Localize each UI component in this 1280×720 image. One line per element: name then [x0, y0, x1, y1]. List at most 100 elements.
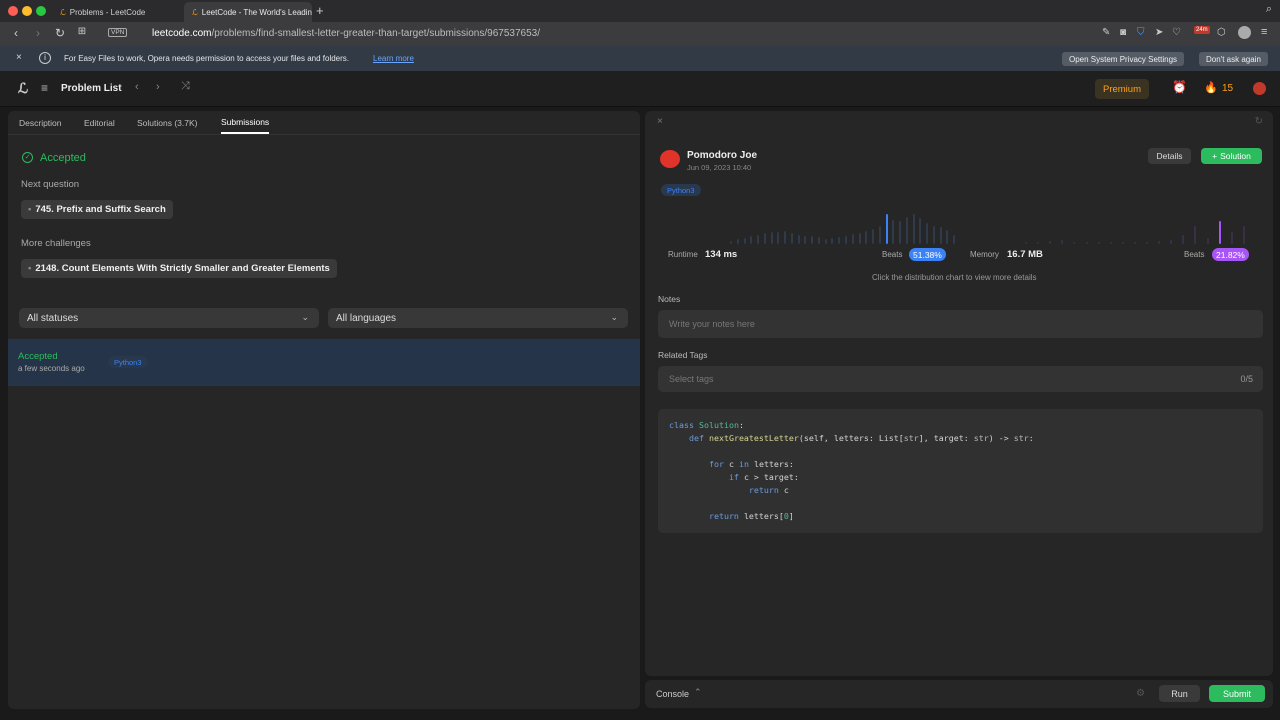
distribution-bar[interactable] [1170, 240, 1173, 244]
distribution-bar[interactable] [865, 231, 868, 244]
distribution-bar[interactable] [946, 230, 949, 244]
submission-row[interactable]: Accepted a few seconds ago Python3 [8, 339, 640, 386]
distribution-bar[interactable] [730, 240, 732, 244]
user-avatar[interactable] [1253, 82, 1266, 95]
chevron-up-icon[interactable]: ⌃ [694, 687, 702, 698]
distribution-bar[interactable] [770, 231, 773, 244]
tags-select[interactable]: Select tags 0/5 [658, 366, 1263, 392]
timer-icon[interactable]: ⏰ [1172, 80, 1187, 94]
shield-icon[interactable]: ⛉ [1137, 27, 1145, 38]
settings-icon[interactable]: ⚙ [1136, 688, 1145, 699]
distribution-bar[interactable] [892, 219, 895, 244]
distribution-bar[interactable] [790, 233, 793, 244]
distribution-bar[interactable] [777, 232, 780, 244]
distribution-bar[interactable] [736, 239, 739, 244]
tab-submissions[interactable]: Submissions [221, 111, 270, 134]
close-panel-icon[interactable]: × [657, 116, 663, 127]
problem-list-link[interactable]: Problem List [61, 83, 122, 94]
details-button[interactable]: Details [1148, 148, 1191, 164]
distribution-bar[interactable] [1061, 240, 1064, 244]
leetcode-logo-icon[interactable]: ℒ [18, 80, 28, 97]
distribution-bar[interactable] [878, 226, 881, 244]
distribution-bar[interactable] [1218, 221, 1221, 244]
tab-description[interactable]: Description [19, 111, 62, 134]
distribution-bar[interactable] [885, 213, 888, 244]
cube-icon[interactable]: ⬡ [1217, 27, 1226, 38]
distribution-bar[interactable] [757, 234, 760, 244]
close-infobar-icon[interactable]: × [16, 52, 22, 63]
distribution-bar[interactable] [1182, 234, 1185, 244]
search-icon[interactable]: ⌕ [1266, 3, 1272, 16]
distribution-bar[interactable] [1242, 225, 1245, 244]
distribution-bar[interactable] [1206, 237, 1209, 244]
distribution-bar[interactable] [1037, 241, 1040, 244]
distribution-bar[interactable] [831, 237, 834, 244]
distribution-bar[interactable] [1025, 242, 1027, 244]
distribution-bar[interactable] [743, 237, 746, 244]
distribution-bar[interactable] [817, 237, 820, 244]
close-window-button[interactable] [8, 6, 18, 16]
console-toggle[interactable]: Console [656, 689, 689, 699]
reload-icon[interactable]: ↻ [52, 26, 68, 40]
speed-dial-icon[interactable]: ⊞ [74, 26, 90, 37]
tab-editorial[interactable]: Editorial [84, 111, 115, 134]
distribution-bar[interactable] [1097, 242, 1100, 244]
distribution-bar[interactable] [1049, 240, 1052, 244]
tab-solutions[interactable]: Solutions (3.7K) [137, 111, 197, 134]
distribution-bar[interactable] [1133, 242, 1136, 244]
distribution-bar[interactable] [872, 228, 875, 244]
distribution-bar[interactable] [750, 236, 753, 244]
back-icon[interactable]: ‹ [8, 26, 24, 40]
distribution-bar[interactable] [919, 218, 922, 244]
add-solution-button[interactable]: + Solution [1201, 148, 1262, 164]
distribution-bar[interactable] [1109, 242, 1112, 244]
distribution-bar[interactable] [926, 222, 929, 244]
distribution-bar[interactable] [804, 235, 807, 244]
shuffle-icon[interactable]: ⤨ [181, 80, 190, 93]
distribution-bar[interactable] [953, 234, 956, 244]
next-question-link[interactable]: • 745. Prefix and Suffix Search [21, 200, 173, 219]
distribution-bar[interactable] [1085, 242, 1088, 244]
next-problem-icon[interactable]: › [156, 81, 160, 93]
list-icon[interactable]: ≡ [41, 81, 48, 95]
profile-avatar[interactable] [1238, 26, 1251, 39]
more-challenge-link[interactable]: • 2148. Count Elements With Strictly Smal… [21, 259, 337, 278]
maximize-window-button[interactable] [36, 6, 46, 16]
vpn-badge[interactable]: VPN [108, 28, 128, 37]
distribution-bar[interactable] [912, 213, 915, 244]
distribution-bar[interactable] [838, 236, 841, 244]
dont-ask-again-button[interactable]: Don't ask again [1199, 52, 1268, 66]
submit-button[interactable]: Submit [1209, 685, 1265, 702]
prev-problem-icon[interactable]: ‹ [135, 81, 139, 93]
distribution-bar[interactable] [797, 234, 800, 244]
tab-leetcode-active[interactable]: ℒ LeetCode - The World's Leadin [184, 2, 312, 22]
distribution-bar[interactable] [811, 236, 814, 244]
distribution-bar[interactable] [1146, 241, 1149, 244]
notes-input[interactable]: Write your notes here [658, 310, 1263, 338]
premium-button[interactable]: Premium [1095, 79, 1149, 99]
camera-icon[interactable]: ◙ [1120, 27, 1126, 38]
send-icon[interactable]: ➤ [1155, 27, 1163, 38]
memory-distribution-chart[interactable] [1025, 206, 1255, 244]
user-avatar[interactable] [660, 150, 680, 168]
url-field[interactable]: leetcode.com/problems/find-smallest-lett… [152, 28, 540, 39]
distribution-bar[interactable] [905, 216, 908, 244]
distribution-bar[interactable] [858, 233, 861, 244]
distribution-bar[interactable] [932, 225, 935, 244]
new-tab-icon[interactable]: + [316, 3, 324, 18]
learn-more-link[interactable]: Learn more [373, 54, 414, 63]
distribution-bar[interactable] [939, 227, 942, 244]
distribution-bar[interactable] [899, 221, 902, 244]
language-filter-select[interactable]: All languages ⌄ [328, 308, 628, 328]
distribution-bar[interactable] [851, 234, 854, 244]
distribution-bar[interactable] [1230, 231, 1233, 244]
clock-badge[interactable]: 24m [1194, 26, 1210, 34]
refresh-icon[interactable]: ↻ [1255, 116, 1263, 127]
distribution-bar[interactable] [1121, 242, 1124, 244]
heart-icon[interactable]: ♡ [1172, 27, 1181, 38]
distribution-bar[interactable] [1073, 241, 1076, 244]
runtime-distribution-chart[interactable] [730, 206, 960, 244]
submitter-name[interactable]: Pomodoro Joe [687, 150, 757, 161]
open-privacy-settings-button[interactable]: Open System Privacy Settings [1062, 52, 1185, 66]
distribution-bar[interactable] [1194, 225, 1197, 244]
